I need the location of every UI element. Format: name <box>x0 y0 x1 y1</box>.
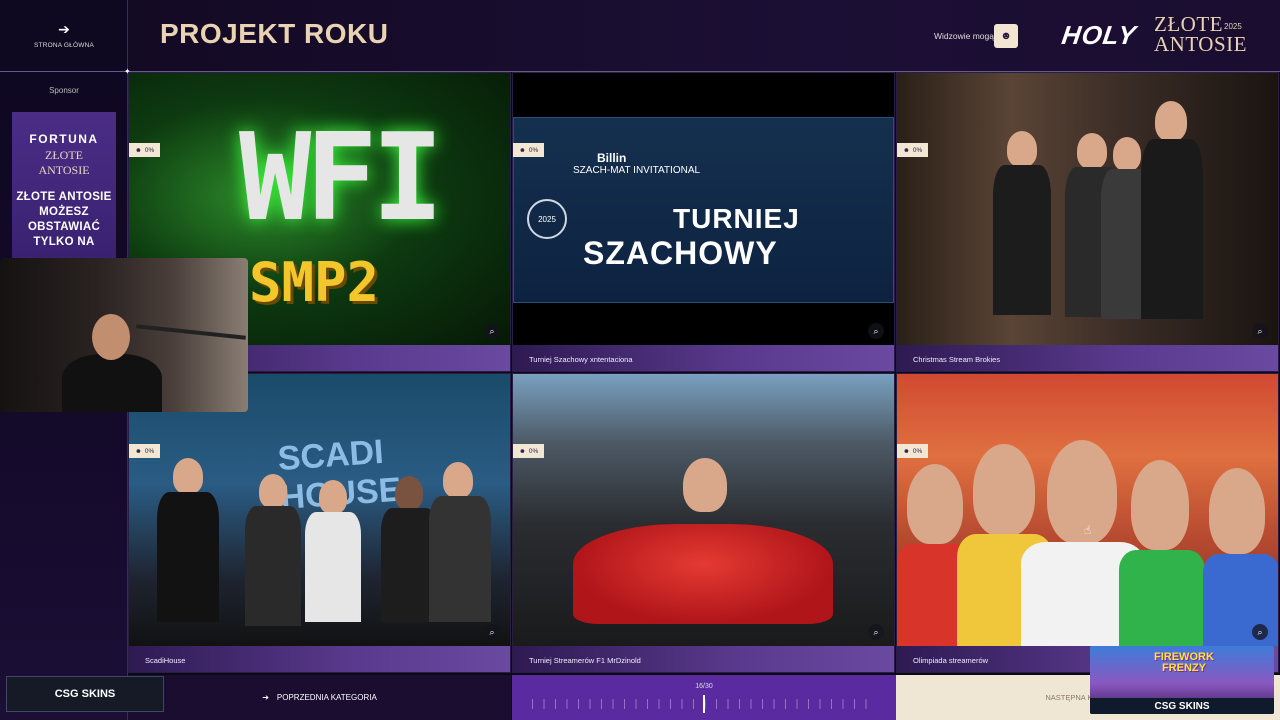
users-icon: ☻ <box>135 447 142 455</box>
nominee-image-6 <box>897 374 1278 648</box>
sponsor-banner[interactable]: FORTUNA ZŁOTE ANTOSIE ZŁOTE ANTOSIE MOŻE… <box>12 112 116 262</box>
smp-art-text: SMP2 <box>249 251 380 314</box>
zoom-icon[interactable]: ⌕ <box>1252 624 1268 640</box>
chess-title-2: SZACHOWY <box>583 235 778 271</box>
vote-percent-badge: ☻ 0% <box>897 444 929 458</box>
previous-category-button[interactable]: ➔ POPRZEDNIA KATEGORIA <box>128 675 511 720</box>
chess-crest-icon: 2025 <box>527 199 567 239</box>
vote-percent-badge: ☻ 0% <box>513 444 545 458</box>
csg-skins-label-right: CSG SKINS <box>1090 698 1274 714</box>
f1-car <box>573 524 833 624</box>
nominee-tile-2[interactable]: 2025 Billin SZACH-MAT INVITATIONAL TURNI… <box>512 72 895 372</box>
vote-percent-badge: ☻ 0% <box>129 143 161 157</box>
sponsor-promo-line1: ZŁOTE ANTOSIE <box>16 191 112 203</box>
logo-antosie-text: ANTOSIE <box>1154 32 1247 56</box>
sponsor-promo-line2: MOŻESZ <box>39 206 89 218</box>
sponsor-brand: FORTUNA <box>29 132 99 146</box>
nominee-image-5 <box>513 374 894 648</box>
nominee-tile-5[interactable]: ☻ 0% ⌕ Turniej Streamerów F1 MrDzinold <box>512 373 895 673</box>
vote-percent-badge: ☻ 0% <box>513 143 545 157</box>
users-icon: ☻ <box>903 146 910 154</box>
users-icon: ☻ <box>903 447 910 455</box>
csg-skins-ad: FIREWORK FRENZY CSG SKINS <box>1090 646 1274 714</box>
nominee-caption: Turniej Streamerów F1 MrDzinold <box>513 646 894 672</box>
header: PROJEKT ROKU Widzowie mogą ☻ HOLY ZŁOTE … <box>128 0 1280 72</box>
nominee-caption: ScadiHouse <box>129 646 510 672</box>
zoom-icon[interactable]: ⌕ <box>1252 323 1268 339</box>
home-button[interactable]: ➔ STRONA GŁÓWNA <box>0 0 128 72</box>
sponsor-event-line1: ZŁOTE <box>45 148 83 162</box>
zoom-icon[interactable]: ⌕ <box>868 323 884 339</box>
billin-logo: Billin <box>597 151 627 165</box>
sponsor-event-line2: ANTOSIE <box>38 163 90 177</box>
zoom-icon[interactable]: ⌕ <box>484 624 500 640</box>
firework-title-2: FRENZY <box>1161 662 1206 674</box>
previous-category-label: POPRZEDNIA KATEGORIA <box>276 693 377 702</box>
viewers-button[interactable]: ☻ <box>994 24 1018 48</box>
page-title: PROJEKT ROKU <box>160 18 389 49</box>
nominee-caption: Turniej Szachowy xntentaciona <box>513 345 894 371</box>
nominee-image-3 <box>897 73 1278 347</box>
vote-percent-badge: ☻ 0% <box>129 444 161 458</box>
users-icon: ☻ <box>135 146 142 154</box>
users-icon: ☻ <box>519 447 526 455</box>
zoom-icon[interactable]: ⌕ <box>868 624 884 640</box>
holy-logo: HOLY <box>1059 20 1139 50</box>
mouse-cursor-icon: ☝ <box>1084 523 1092 537</box>
sponsor-promo-line4: TYLKO NA <box>33 236 95 248</box>
viewers-label: Widzowie mogą <box>934 31 994 41</box>
nominee-image-2: 2025 Billin SZACH-MAT INVITATIONAL TURNI… <box>513 73 894 347</box>
progress-counter: 16/30 <box>695 683 713 690</box>
vote-percent-badge: ☻ 0% <box>897 143 929 157</box>
home-label: STRONA GŁÓWNA <box>33 42 95 49</box>
back-arrow-icon: ➔ <box>58 21 70 37</box>
csg-skins-badge-left: CSG SKINS <box>6 676 164 712</box>
microphone-arm <box>136 324 246 340</box>
nominee-image-4: SCADI HOUSE <box>129 374 510 648</box>
zlote-antosie-logo: ZŁOTE ANTOSIE <box>1154 14 1247 56</box>
arrow-left-icon: ➔ <box>262 693 269 702</box>
sponsor-label: Sponsor <box>49 86 79 95</box>
zoom-icon[interactable]: ⌕ <box>484 323 500 339</box>
category-progress: 16/30 <box>512 675 896 720</box>
nominee-tile-4[interactable]: SCADI HOUSE ☻ 0% ⌕ ScadiHouse <box>128 373 511 673</box>
nominee-caption: Christmas Stream Brokies <box>897 345 1278 371</box>
sponsor-promo-line3: OBSTAWIAĆ <box>27 221 101 233</box>
chess-subtitle: SZACH-MAT INVITATIONAL <box>573 165 701 176</box>
chess-title-1: TURNIEJ <box>673 203 800 234</box>
webcam-overlay <box>0 258 248 412</box>
logo-year: 2025 <box>1224 22 1242 31</box>
nominee-tile-3[interactable]: ☻ 0% ⌕ Christmas Stream Brokies <box>896 72 1279 372</box>
users-icon: ☻ <box>1000 30 1012 42</box>
nominee-grid: WFI SMP2 ☻ 0% ⌕ 2025 Billin SZACH-MAT IN… <box>128 72 1280 675</box>
progress-marker <box>703 695 705 713</box>
users-icon: ☻ <box>519 146 526 154</box>
wfi-art-text: WFI <box>239 109 444 248</box>
